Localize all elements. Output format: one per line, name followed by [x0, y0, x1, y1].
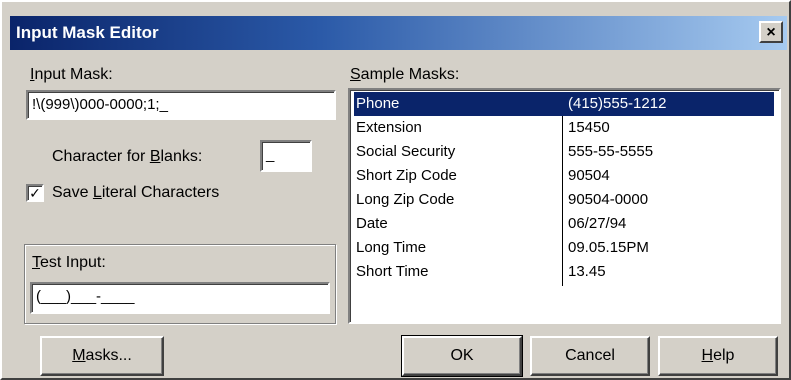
window-title: Input Mask Editor [16, 23, 159, 42]
close-icon: × [766, 24, 776, 41]
sample-mask-name: Long Zip Code [356, 191, 455, 208]
test-input-field[interactable]: (___)___-____ [30, 282, 330, 314]
checkmark-icon: ✓ [29, 185, 41, 201]
sample-mask-example: 90504-0000 [568, 191, 649, 208]
sample-mask-row[interactable]: Long Zip Code 90504-0000 [354, 188, 774, 212]
cancel-button[interactable]: Cancel [530, 336, 650, 376]
sample-mask-row[interactable]: Extension 15450 [354, 116, 774, 140]
sample-mask-example: 555-55-5555 [568, 143, 654, 160]
masks-button[interactable]: Masks... [40, 336, 164, 376]
sample-mask-row[interactable]: Short Time 13.45 [354, 260, 774, 284]
blanks-char-field[interactable]: _ [260, 140, 312, 172]
test-input-value: (___)___-____ [36, 288, 135, 305]
sample-mask-row[interactable]: Social Security 555-55-5555 [354, 140, 774, 164]
close-button[interactable]: × [759, 21, 783, 43]
title-bar[interactable]: Input Mask Editor × [10, 16, 787, 50]
sample-mask-row[interactable]: Date 06/27/94 [354, 212, 774, 236]
sample-mask-name: Date [356, 215, 388, 232]
blanks-char-value: _ [266, 146, 275, 163]
sample-mask-example: 06/27/94 [568, 215, 627, 232]
sample-mask-example: 13.45 [568, 263, 606, 280]
sample-mask-row[interactable]: Long Time 09.05.15PM [354, 236, 774, 260]
sample-mask-row[interactable]: Phone (415)555-1212 [354, 92, 774, 116]
test-input-label: Test Input: [32, 254, 106, 271]
sample-mask-name: Social Security [356, 143, 456, 160]
sample-masks-list[interactable]: Phone (415)555-1212 Extension 15450 Social S… [348, 88, 781, 324]
sample-mask-name: Short Zip Code [356, 167, 457, 184]
sample-mask-name: Short Time [356, 263, 429, 280]
sample-masks-label: Sample Masks: [350, 66, 460, 83]
blanks-label: Character for Blanks: [52, 148, 203, 165]
sample-mask-example: (415)555-1212 [568, 95, 667, 112]
sample-mask-name: Phone [356, 95, 400, 112]
input-mask-field[interactable]: !\(999\)000-0000;1;_ [26, 90, 336, 120]
save-literal-checkbox[interactable]: ✓ [26, 184, 44, 202]
input-mask-editor-dialog: Input Mask Editor × Input Mask: !\(999\)… [0, 0, 791, 380]
sample-mask-example: 09.05.15PM [568, 239, 649, 256]
input-mask-value: !\(999\)000-0000;1;_ [32, 96, 168, 113]
sample-mask-example: 15450 [568, 119, 610, 136]
ok-button[interactable]: OK [401, 335, 523, 377]
sample-mask-row[interactable]: Short Zip Code 90504 [354, 164, 774, 188]
help-button[interactable]: Help [658, 336, 778, 376]
sample-mask-example: 90504 [568, 167, 610, 184]
sample-mask-name: Long Time [356, 239, 427, 256]
sample-mask-name: Extension [356, 119, 422, 136]
input-mask-label: Input Mask: [30, 66, 113, 83]
save-literal-label[interactable]: Save Literal Characters [52, 184, 219, 202]
